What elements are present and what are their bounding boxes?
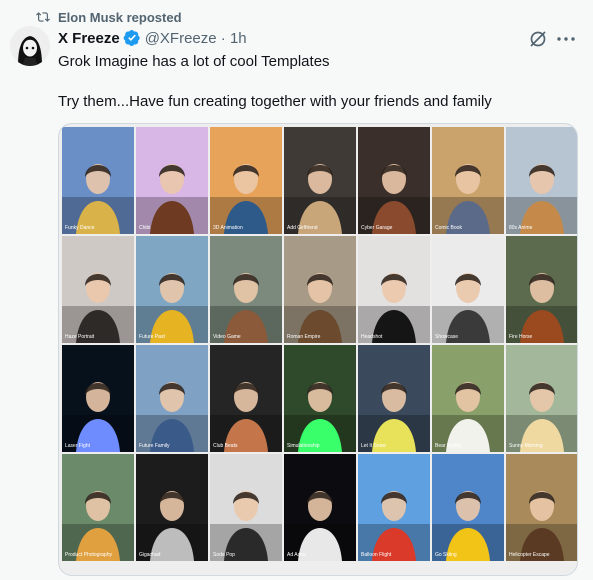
template-artwork — [136, 491, 208, 561]
template-artwork — [210, 164, 282, 234]
template-artwork — [62, 273, 134, 343]
template-artwork — [506, 164, 577, 234]
template-label: 3D Animation — [213, 225, 243, 231]
template-artwork — [358, 273, 430, 343]
template-tile[interactable]: Showcase — [432, 236, 504, 343]
template-tile[interactable]: Laser Fight — [62, 345, 134, 452]
template-artwork — [432, 491, 504, 561]
template-tile[interactable]: Video Game — [210, 236, 282, 343]
template-label: Ad Astra — [287, 552, 306, 558]
template-tile[interactable]: Gigachad — [136, 454, 208, 561]
avatar[interactable] — [10, 26, 50, 66]
template-tile[interactable]: Club Beats — [210, 345, 282, 452]
template-artwork — [210, 273, 282, 343]
template-tile[interactable]: Cyber Garage — [358, 127, 430, 234]
template-label: Future Family — [139, 443, 170, 449]
template-tile[interactable]: 80s Anime — [506, 127, 577, 234]
template-artwork — [284, 382, 356, 452]
template-label: Go Skiing — [435, 552, 457, 558]
template-tile[interactable]: Fire Horse — [506, 236, 577, 343]
author-handle[interactable]: @XFreeze · 1h — [145, 30, 247, 47]
template-tile[interactable]: Add Girlfriend — [284, 127, 356, 234]
template-label: Add Girlfriend — [287, 225, 318, 231]
template-tile[interactable]: Let It Snow — [358, 345, 430, 452]
template-artwork — [432, 382, 504, 452]
template-artwork — [284, 273, 356, 343]
template-tile[interactable]: Roman Empire — [284, 236, 356, 343]
template-artwork — [62, 382, 134, 452]
template-artwork — [62, 164, 134, 234]
template-tile[interactable]: Go Skiing — [432, 454, 504, 561]
template-label: Club Beats — [213, 443, 238, 449]
repost-icon — [36, 12, 50, 22]
template-label: Simulationship — [287, 443, 320, 449]
template-tile[interactable]: Soda Pop — [210, 454, 282, 561]
template-label: 80s Anime — [509, 225, 533, 231]
template-label: Product Photography — [65, 552, 112, 558]
template-label: Gigachad — [139, 552, 161, 558]
template-artwork — [136, 164, 208, 234]
template-label: Bear Buddy — [435, 443, 462, 449]
author-name[interactable]: X Freeze — [58, 30, 120, 47]
template-label: Chibi — [139, 225, 151, 231]
template-tile[interactable]: Comic Book — [432, 127, 504, 234]
template-artwork — [284, 164, 356, 234]
template-artwork — [136, 382, 208, 452]
template-tile[interactable]: Future Past — [136, 236, 208, 343]
verified-badge-icon — [123, 29, 140, 47]
media-image[interactable]: Funky Dance Chibi 3D Animation Add Girlfrie… — [58, 123, 578, 576]
template-label: Cyber Garage — [361, 225, 393, 231]
template-label: Helicopter Escape — [509, 552, 550, 558]
repost-label[interactable]: Elon Musk reposted — [58, 10, 182, 25]
author-row: X Freeze @XFreeze · 1h — [58, 28, 247, 48]
post-text-line-1: Grok Imagine has a lot of cool Templates — [58, 53, 330, 70]
template-artwork — [432, 164, 504, 234]
template-artwork — [284, 491, 356, 561]
template-label: Future Past — [139, 334, 165, 340]
template-tile[interactable]: Helicopter Escape — [506, 454, 577, 561]
grok-icon[interactable] — [528, 29, 548, 49]
template-label: Comic Book — [435, 225, 462, 231]
template-tile[interactable]: Product Photography — [62, 454, 134, 561]
template-tile[interactable]: Haze Portrait — [62, 236, 134, 343]
template-label: Soda Pop — [213, 552, 235, 558]
template-tile[interactable]: Simulationship — [284, 345, 356, 452]
template-tile[interactable]: Bear Buddy — [432, 345, 504, 452]
template-label: Laser Fight — [65, 443, 91, 449]
template-tile[interactable]: Funky Dance — [62, 127, 134, 234]
template-label: Headshot — [361, 334, 383, 340]
template-tile[interactable]: Sunny Morning — [506, 345, 577, 452]
template-label: Video Game — [213, 334, 241, 340]
template-tile[interactable]: Balloon Flight — [358, 454, 430, 561]
more-options-icon[interactable] — [556, 31, 576, 47]
template-label: Balloon Flight — [361, 552, 392, 558]
template-label: Funky Dance — [65, 225, 95, 231]
template-artwork — [506, 382, 577, 452]
template-artwork — [62, 491, 134, 561]
template-artwork — [506, 491, 577, 561]
template-tile[interactable]: Ad Astra — [284, 454, 356, 561]
template-artwork — [358, 382, 430, 452]
post-text-line-2: Try them...Have fun creating together wi… — [58, 93, 492, 110]
template-tile[interactable]: Future Family — [136, 345, 208, 452]
repost-header: Elon Musk reposted — [36, 9, 182, 25]
template-tile[interactable]: Headshot — [358, 236, 430, 343]
template-label: Haze Portrait — [65, 334, 95, 340]
template-artwork — [136, 273, 208, 343]
template-tile[interactable]: Chibi — [136, 127, 208, 234]
template-artwork — [210, 382, 282, 452]
template-label: Sunny Morning — [509, 443, 543, 449]
template-tile[interactable]: 3D Animation — [210, 127, 282, 234]
template-label: Roman Empire — [287, 334, 321, 340]
template-artwork — [432, 273, 504, 343]
template-label: Fire Horse — [509, 334, 533, 340]
template-artwork — [358, 491, 430, 561]
template-artwork — [210, 491, 282, 561]
template-label: Showcase — [435, 334, 459, 340]
template-artwork — [358, 164, 430, 234]
template-artwork — [506, 273, 577, 343]
template-label: Let It Snow — [361, 443, 387, 449]
